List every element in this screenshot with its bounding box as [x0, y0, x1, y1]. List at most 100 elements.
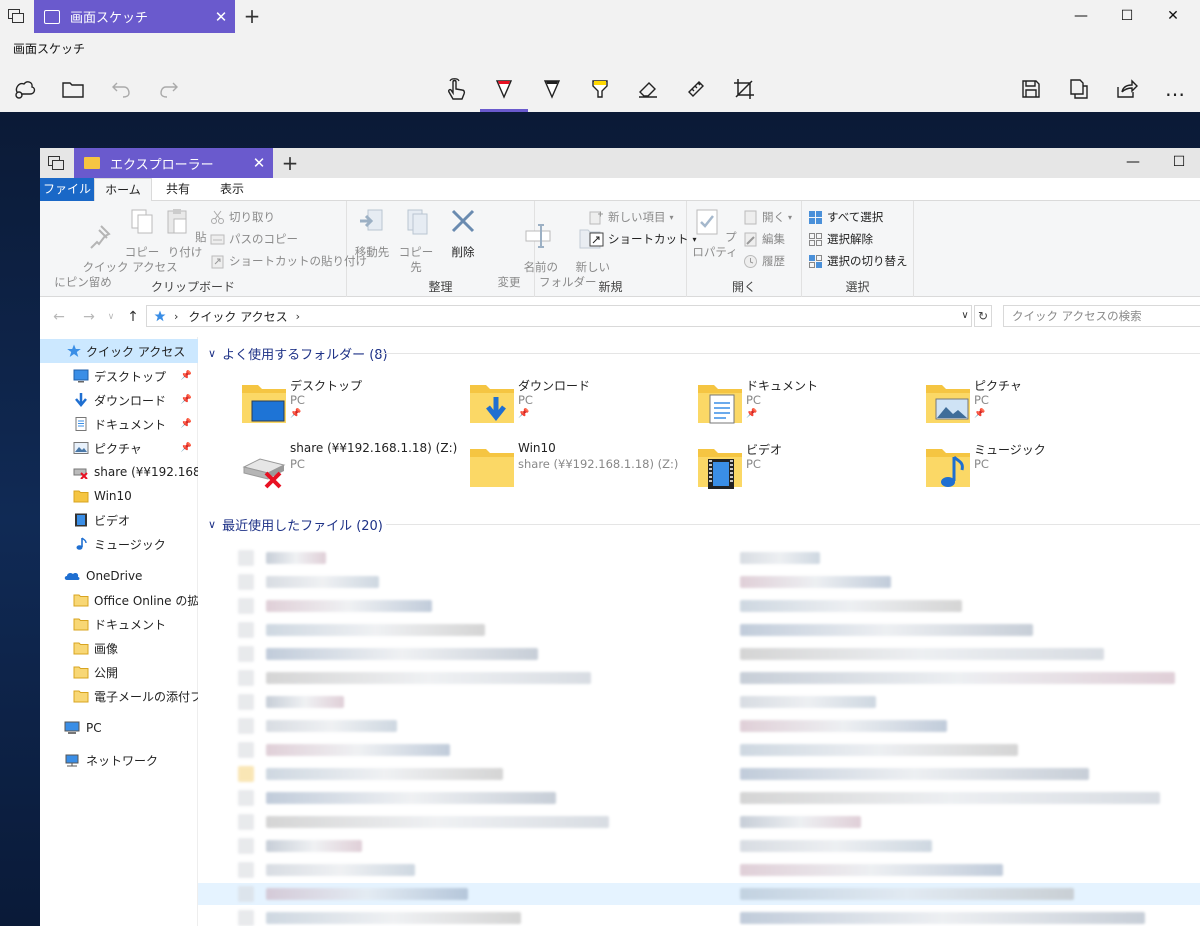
recent-file-row[interactable] — [198, 859, 1200, 881]
copy-path-button[interactable]: パスのコピー — [210, 228, 298, 250]
nav-quick-access[interactable]: クイック アクセス — [40, 339, 198, 363]
recent-file-row[interactable] — [198, 715, 1200, 737]
sketch-tab[interactable]: 画面スケッチ ✕ — [34, 0, 235, 33]
minimize-button[interactable]: — — [1058, 0, 1104, 33]
edit-button[interactable]: 編集 — [743, 228, 785, 250]
explorer-tab[interactable]: エクスプローラー ✕ — [74, 148, 273, 178]
address-bar[interactable]: › クイック アクセス › — [146, 305, 972, 327]
nav-pc[interactable]: PC — [40, 717, 198, 739]
back-button[interactable]: ← — [50, 308, 68, 326]
recent-file-row[interactable] — [198, 835, 1200, 857]
eraser-button[interactable] — [632, 73, 664, 105]
touch-writing-button[interactable] — [440, 73, 472, 105]
ballpoint-pen-button[interactable] — [488, 73, 520, 105]
new-tab-button[interactable]: + — [278, 151, 302, 175]
recent-file-row[interactable] — [198, 811, 1200, 833]
nav-onedrive-item[interactable]: Office Online の拡張 — [40, 589, 198, 611]
recent-file-row[interactable] — [198, 643, 1200, 665]
tab-home[interactable]: ホーム — [94, 178, 152, 202]
nav-pictures[interactable]: ピクチャ 📌 — [40, 437, 198, 459]
cut-button[interactable]: 切り取り — [210, 206, 275, 228]
nav-network[interactable]: ネットワーク — [40, 749, 198, 771]
folder-tile-documents[interactable]: ドキュメント PC 📌 — [696, 375, 926, 431]
nav-network-drive[interactable]: share (¥¥192.168.1.1 — [40, 461, 198, 483]
recent-file-row[interactable] — [198, 883, 1200, 905]
recent-file-row[interactable] — [198, 667, 1200, 689]
tabs-icon[interactable] — [8, 9, 24, 23]
close-button[interactable]: ✕ — [1150, 0, 1196, 33]
breadcrumb-quick-access[interactable]: クイック アクセス — [188, 308, 287, 325]
delete-button[interactable]: 削除 — [443, 207, 483, 260]
nav-desktop[interactable]: デスクトップ 📌 — [40, 365, 198, 387]
nav-win10[interactable]: Win10 — [40, 485, 198, 507]
new-item-button[interactable]: 新しい項目 ▾ — [589, 206, 674, 228]
refresh-button[interactable]: ↻ — [974, 305, 992, 327]
redo-button[interactable] — [153, 73, 185, 105]
address-dropdown-icon[interactable]: ∨ — [958, 305, 972, 327]
nav-documents[interactable]: ドキュメント 📌 — [40, 413, 198, 435]
recent-file-row[interactable] — [198, 763, 1200, 785]
recent-file-row[interactable] — [198, 691, 1200, 713]
recent-file-row[interactable] — [198, 571, 1200, 593]
folder-tile-music[interactable]: ミュージック PC — [924, 439, 1154, 495]
select-all-button[interactable]: すべて選択 — [808, 206, 883, 228]
frequent-folders-header[interactable]: ∨ よく使用するフォルダー (8) — [208, 343, 388, 363]
copy-button[interactable] — [1063, 73, 1095, 105]
open-file-button[interactable] — [57, 73, 89, 105]
nav-videos[interactable]: ビデオ — [40, 509, 198, 531]
nav-onedrive-item[interactable]: 電子メールの添付ファ — [40, 685, 198, 707]
nav-downloads[interactable]: ダウンロード 📌 — [40, 389, 198, 411]
more-button[interactable]: … — [1159, 73, 1191, 105]
undo-button[interactable] — [105, 73, 137, 105]
recent-file-row[interactable] — [198, 907, 1200, 926]
history-button[interactable]: 履歴 — [743, 250, 785, 272]
properties-button[interactable]: プロパティ — [691, 207, 739, 260]
recent-file-row[interactable] — [198, 547, 1200, 569]
copy-ribbon-button[interactable]: コピー — [122, 207, 162, 260]
explorer-minimize-button[interactable]: — — [1110, 148, 1156, 178]
search-input[interactable]: クイック アクセスの検索 — [1003, 305, 1200, 327]
nav-music[interactable]: ミュージック — [40, 533, 198, 555]
up-button[interactable]: ↑ — [124, 308, 142, 326]
invert-selection-button[interactable]: 選択の切り替え — [808, 250, 908, 272]
open-button[interactable]: 開く ▾ — [743, 206, 792, 228]
tab-file[interactable]: ファイル — [40, 178, 94, 201]
forward-button[interactable]: → — [80, 308, 98, 326]
close-tab-icon[interactable]: ✕ — [245, 154, 273, 172]
ruler-button[interactable] — [680, 73, 712, 105]
recent-file-row[interactable] — [198, 619, 1200, 641]
nav-onedrive-item[interactable]: ドキュメント — [40, 613, 198, 635]
folder-tile-pictures[interactable]: ピクチャ PC 📌 — [924, 375, 1154, 431]
pencil-button[interactable] — [536, 73, 568, 105]
folder-tile-downloads[interactable]: ダウンロード PC 📌 — [468, 375, 698, 431]
close-tab-icon[interactable]: ✕ — [207, 8, 235, 26]
tab-share[interactable]: 共有 — [156, 178, 200, 201]
nav-onedrive-item[interactable]: 画像 — [40, 637, 198, 659]
select-none-button[interactable]: 選択解除 — [808, 228, 873, 250]
tab-view[interactable]: 表示 — [210, 178, 254, 201]
paste-button[interactable]: 貼り付け — [162, 207, 208, 260]
new-tab-button[interactable]: + — [240, 4, 264, 28]
folder-tile-win10[interactable]: Win10 share (¥¥192.168.1.18) (Z:) — [468, 439, 698, 495]
recent-file-row[interactable] — [198, 739, 1200, 761]
crop-button[interactable] — [728, 73, 760, 105]
maximize-button[interactable]: ☐ — [1104, 0, 1150, 33]
new-sketch-button[interactable] — [9, 73, 41, 105]
recent-locations-button[interactable]: ∨ — [102, 308, 120, 326]
recent-file-row[interactable] — [198, 787, 1200, 809]
folder-tile-network-drive[interactable]: share (¥¥192.168.1.18) (Z:) PC — [240, 439, 470, 495]
copy-to-button[interactable]: コピー先 — [395, 207, 437, 275]
recent-file-row[interactable] — [198, 595, 1200, 617]
paste-shortcut-button[interactable]: ショートカットの貼り付け — [210, 250, 367, 272]
explorer-maximize-button[interactable]: ☐ — [1156, 148, 1200, 178]
nav-onedrive[interactable]: OneDrive — [40, 565, 198, 587]
share-button[interactable] — [1111, 73, 1143, 105]
highlighter-button[interactable] — [584, 73, 616, 105]
tabs-icon[interactable] — [48, 156, 64, 170]
move-to-button[interactable]: 移動先 — [351, 207, 393, 260]
folder-tile-desktop[interactable]: デスクトップ PC 📌 — [240, 375, 470, 431]
folder-tile-videos[interactable]: ビデオ PC — [696, 439, 926, 495]
recent-files-header[interactable]: ∨ 最近使用したファイル (20) — [208, 514, 383, 534]
nav-onedrive-item[interactable]: 公開 — [40, 661, 198, 683]
save-button[interactable] — [1015, 73, 1047, 105]
